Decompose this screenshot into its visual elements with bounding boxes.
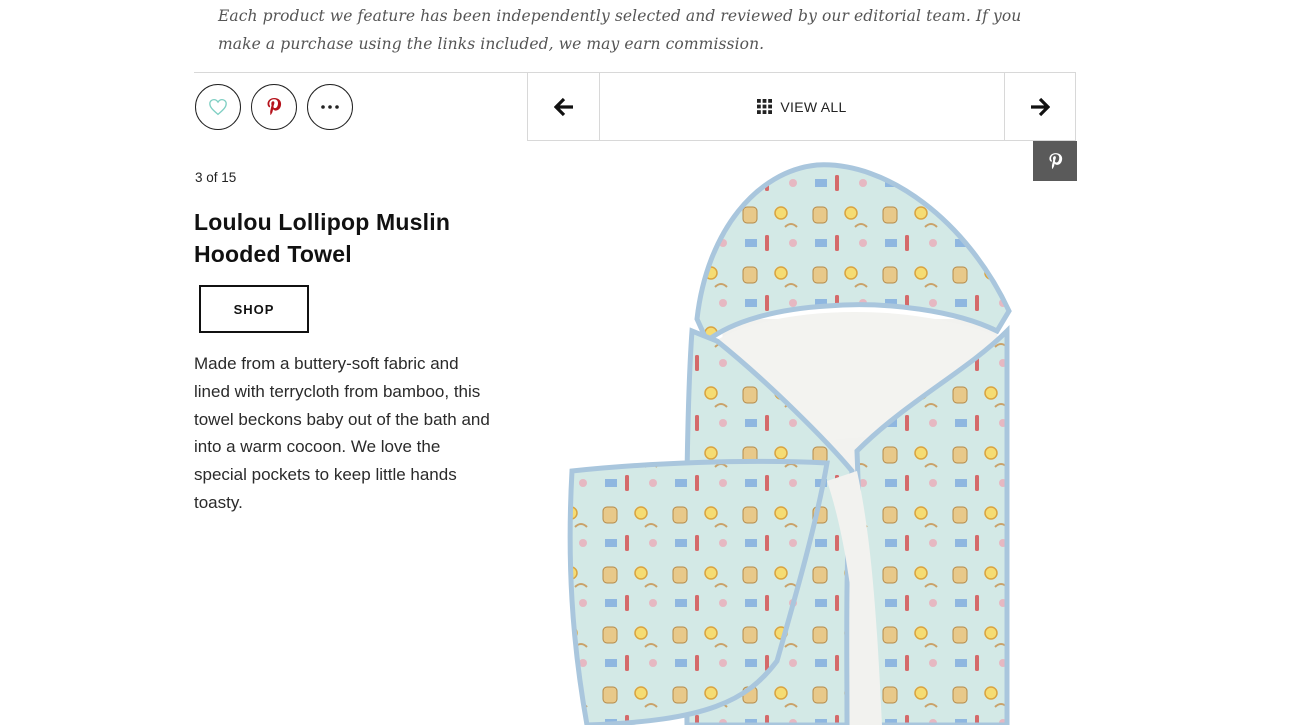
pinterest-share-button[interactable] — [251, 84, 297, 130]
slide-counter: 3 of 15 — [195, 170, 237, 185]
arrow-left-icon — [553, 97, 573, 116]
arrow-right-icon — [1031, 97, 1050, 116]
divider — [194, 72, 527, 73]
view-all-label: VIEW ALL — [780, 98, 847, 115]
shop-button[interactable]: SHOP — [199, 285, 309, 333]
pinterest-icon — [267, 98, 282, 116]
product-description: Made from a buttery-soft fabric and line… — [194, 354, 490, 512]
previous-slide-button[interactable] — [528, 73, 600, 140]
more-options-button[interactable] — [307, 84, 353, 130]
product-title: Loulou Lollipop Muslin Hooded Towel — [194, 209, 451, 267]
product-image — [567, 162, 1012, 725]
grid-icon — [757, 99, 773, 114]
article-gallery-slide: Each product we feature has been indepen… — [0, 0, 1292, 725]
heart-outline-icon — [209, 98, 227, 116]
view-all-button[interactable]: VIEW ALL — [600, 73, 1004, 140]
save-button[interactable] — [195, 84, 241, 130]
next-slide-button[interactable] — [1004, 73, 1075, 140]
affiliate-disclaimer: Each product we feature has been indepen… — [218, 7, 1022, 53]
image-pin-button[interactable] — [1033, 141, 1077, 181]
gallery-nav: VIEW ALL — [527, 72, 1076, 141]
pinterest-icon — [1048, 152, 1062, 169]
more-dots-icon — [321, 105, 339, 109]
